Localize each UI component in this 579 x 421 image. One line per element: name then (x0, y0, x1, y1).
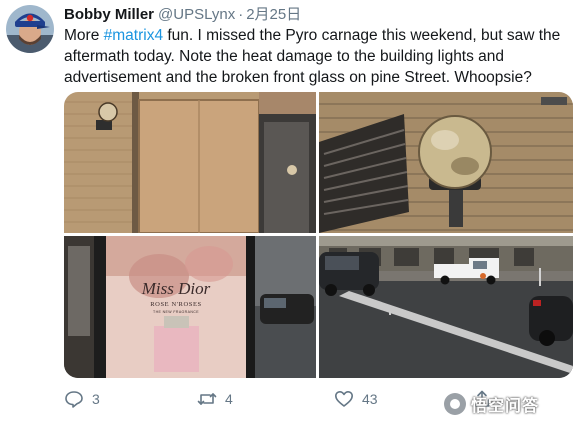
hashtag-link[interactable]: #matrix4 (104, 27, 163, 44)
retweet-count: 4 (225, 391, 233, 407)
ad-line1-text: ROSE N'ROSES (150, 301, 202, 308)
tweet-card: Bobby Miller @UPSLynx · 2月25日 More #matrix4… (0, 0, 579, 421)
wukong-logo-icon (444, 393, 466, 415)
avatar[interactable] (6, 5, 54, 53)
ad-line2-text: THE NEW FRAGRANCE (153, 310, 199, 314)
tweet-text: More #matrix4 fun. I missed the Pyro car… (64, 25, 569, 88)
media-grid: Miss Dior ROSE N'ROSES THE NEW FRAGRANCE (64, 92, 573, 378)
heart-icon (334, 389, 354, 409)
tweet-header: Bobby Miller @UPSLynx · 2月25日 (64, 5, 301, 25)
display-name[interactable]: Bobby Miller (64, 6, 154, 23)
user-handle[interactable]: @UPSLynx (158, 6, 235, 23)
like-button[interactable]: 43 (334, 388, 378, 410)
tweet-date[interactable]: 2月25日 (246, 6, 301, 23)
retweet-icon (197, 389, 217, 409)
watermark-text: 悟空问答 (471, 398, 540, 415)
tweet-text-start: More (64, 27, 104, 44)
retweet-button[interactable]: 4 (197, 388, 233, 410)
separator-dot: · (238, 6, 244, 23)
reply-icon (64, 389, 84, 409)
photo-dior-advertisement[interactable]: Miss Dior ROSE N'ROSES THE NEW FRAGRANCE (64, 236, 316, 378)
ad-brand-text: Miss Dior (141, 279, 211, 298)
watermark: 悟空问答 (444, 393, 539, 415)
like-count: 43 (362, 391, 378, 407)
reply-button[interactable]: 3 (64, 388, 100, 410)
photo-boarded-storefront[interactable] (64, 92, 316, 233)
photo-street-scene[interactable] (319, 236, 573, 378)
photo-scorched-light[interactable] (319, 92, 573, 233)
reply-count: 3 (92, 391, 100, 407)
